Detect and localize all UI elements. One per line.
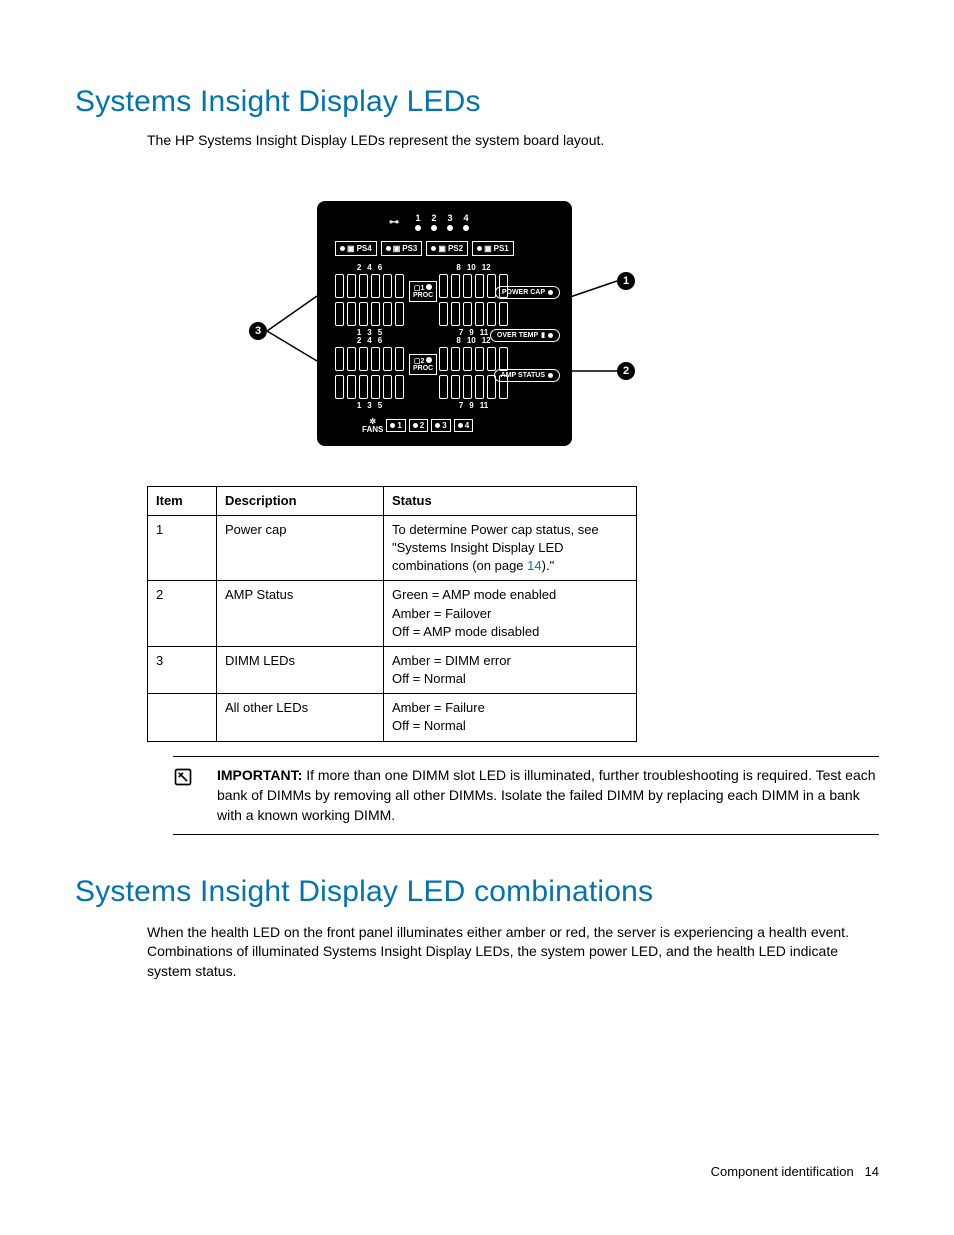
page-link-14[interactable]: 14: [527, 558, 541, 573]
ps-row: ▣PS4 ▣PS3 ▣PS2 ▣PS1: [335, 241, 514, 256]
heading-sid-combinations: Systems Insight Display LED combinations: [75, 875, 879, 909]
callout-2: 2: [617, 362, 635, 380]
important-text: If more than one DIMM slot LED is illumi…: [217, 767, 876, 824]
intro-text: The HP Systems Insight Display LEDs repr…: [147, 131, 879, 151]
table-row: 3 DIMM LEDs Amber = DIMM errorOff = Norm…: [148, 646, 637, 693]
callout-3: 3: [249, 322, 267, 340]
sid-panel: 1 2 3 4 ▣PS4 ▣PS3 ▣PS2 ▣PS1 246 135 ▢1PR…: [317, 201, 572, 446]
led-table: Item Description Status 1 Power cap To d…: [147, 486, 637, 742]
proc2: ▢2PROC: [409, 354, 437, 375]
page-footer: Component identification 14: [711, 1164, 879, 1179]
callout-1: 1: [617, 272, 635, 290]
th-status: Status: [384, 486, 637, 515]
pill-amp-status: AMP STATUS: [494, 369, 560, 382]
sid-diagram: 1 2 3 1 2 3 4 ▣PS4 ▣PS3 ▣PS2 ▣PS1 246: [247, 201, 707, 446]
proc1: ▢1PROC: [409, 281, 437, 302]
th-desc: Description: [217, 486, 384, 515]
pill-power-cap: POWER CAP: [495, 286, 560, 299]
pill-over-temp: OVER TEMP▮: [490, 329, 560, 342]
combinations-para: When the health LED on the front panel i…: [147, 923, 879, 982]
important-note: IMPORTANT: If more than one DIMM slot LE…: [173, 756, 879, 835]
table-row: All other LEDs Amber = FailureOff = Norm…: [148, 694, 637, 741]
fans-row: ✲FANS 1 2 3 4: [362, 418, 473, 434]
table-row: 2 AMP Status Green = AMP mode enabledAmb…: [148, 581, 637, 647]
note-icon: [173, 765, 195, 826]
important-label: IMPORTANT:: [217, 767, 302, 783]
heading-sid-leds: Systems Insight Display LEDs: [75, 85, 879, 119]
th-item: Item: [148, 486, 217, 515]
table-row: 1 Power cap To determine Power cap statu…: [148, 515, 637, 581]
